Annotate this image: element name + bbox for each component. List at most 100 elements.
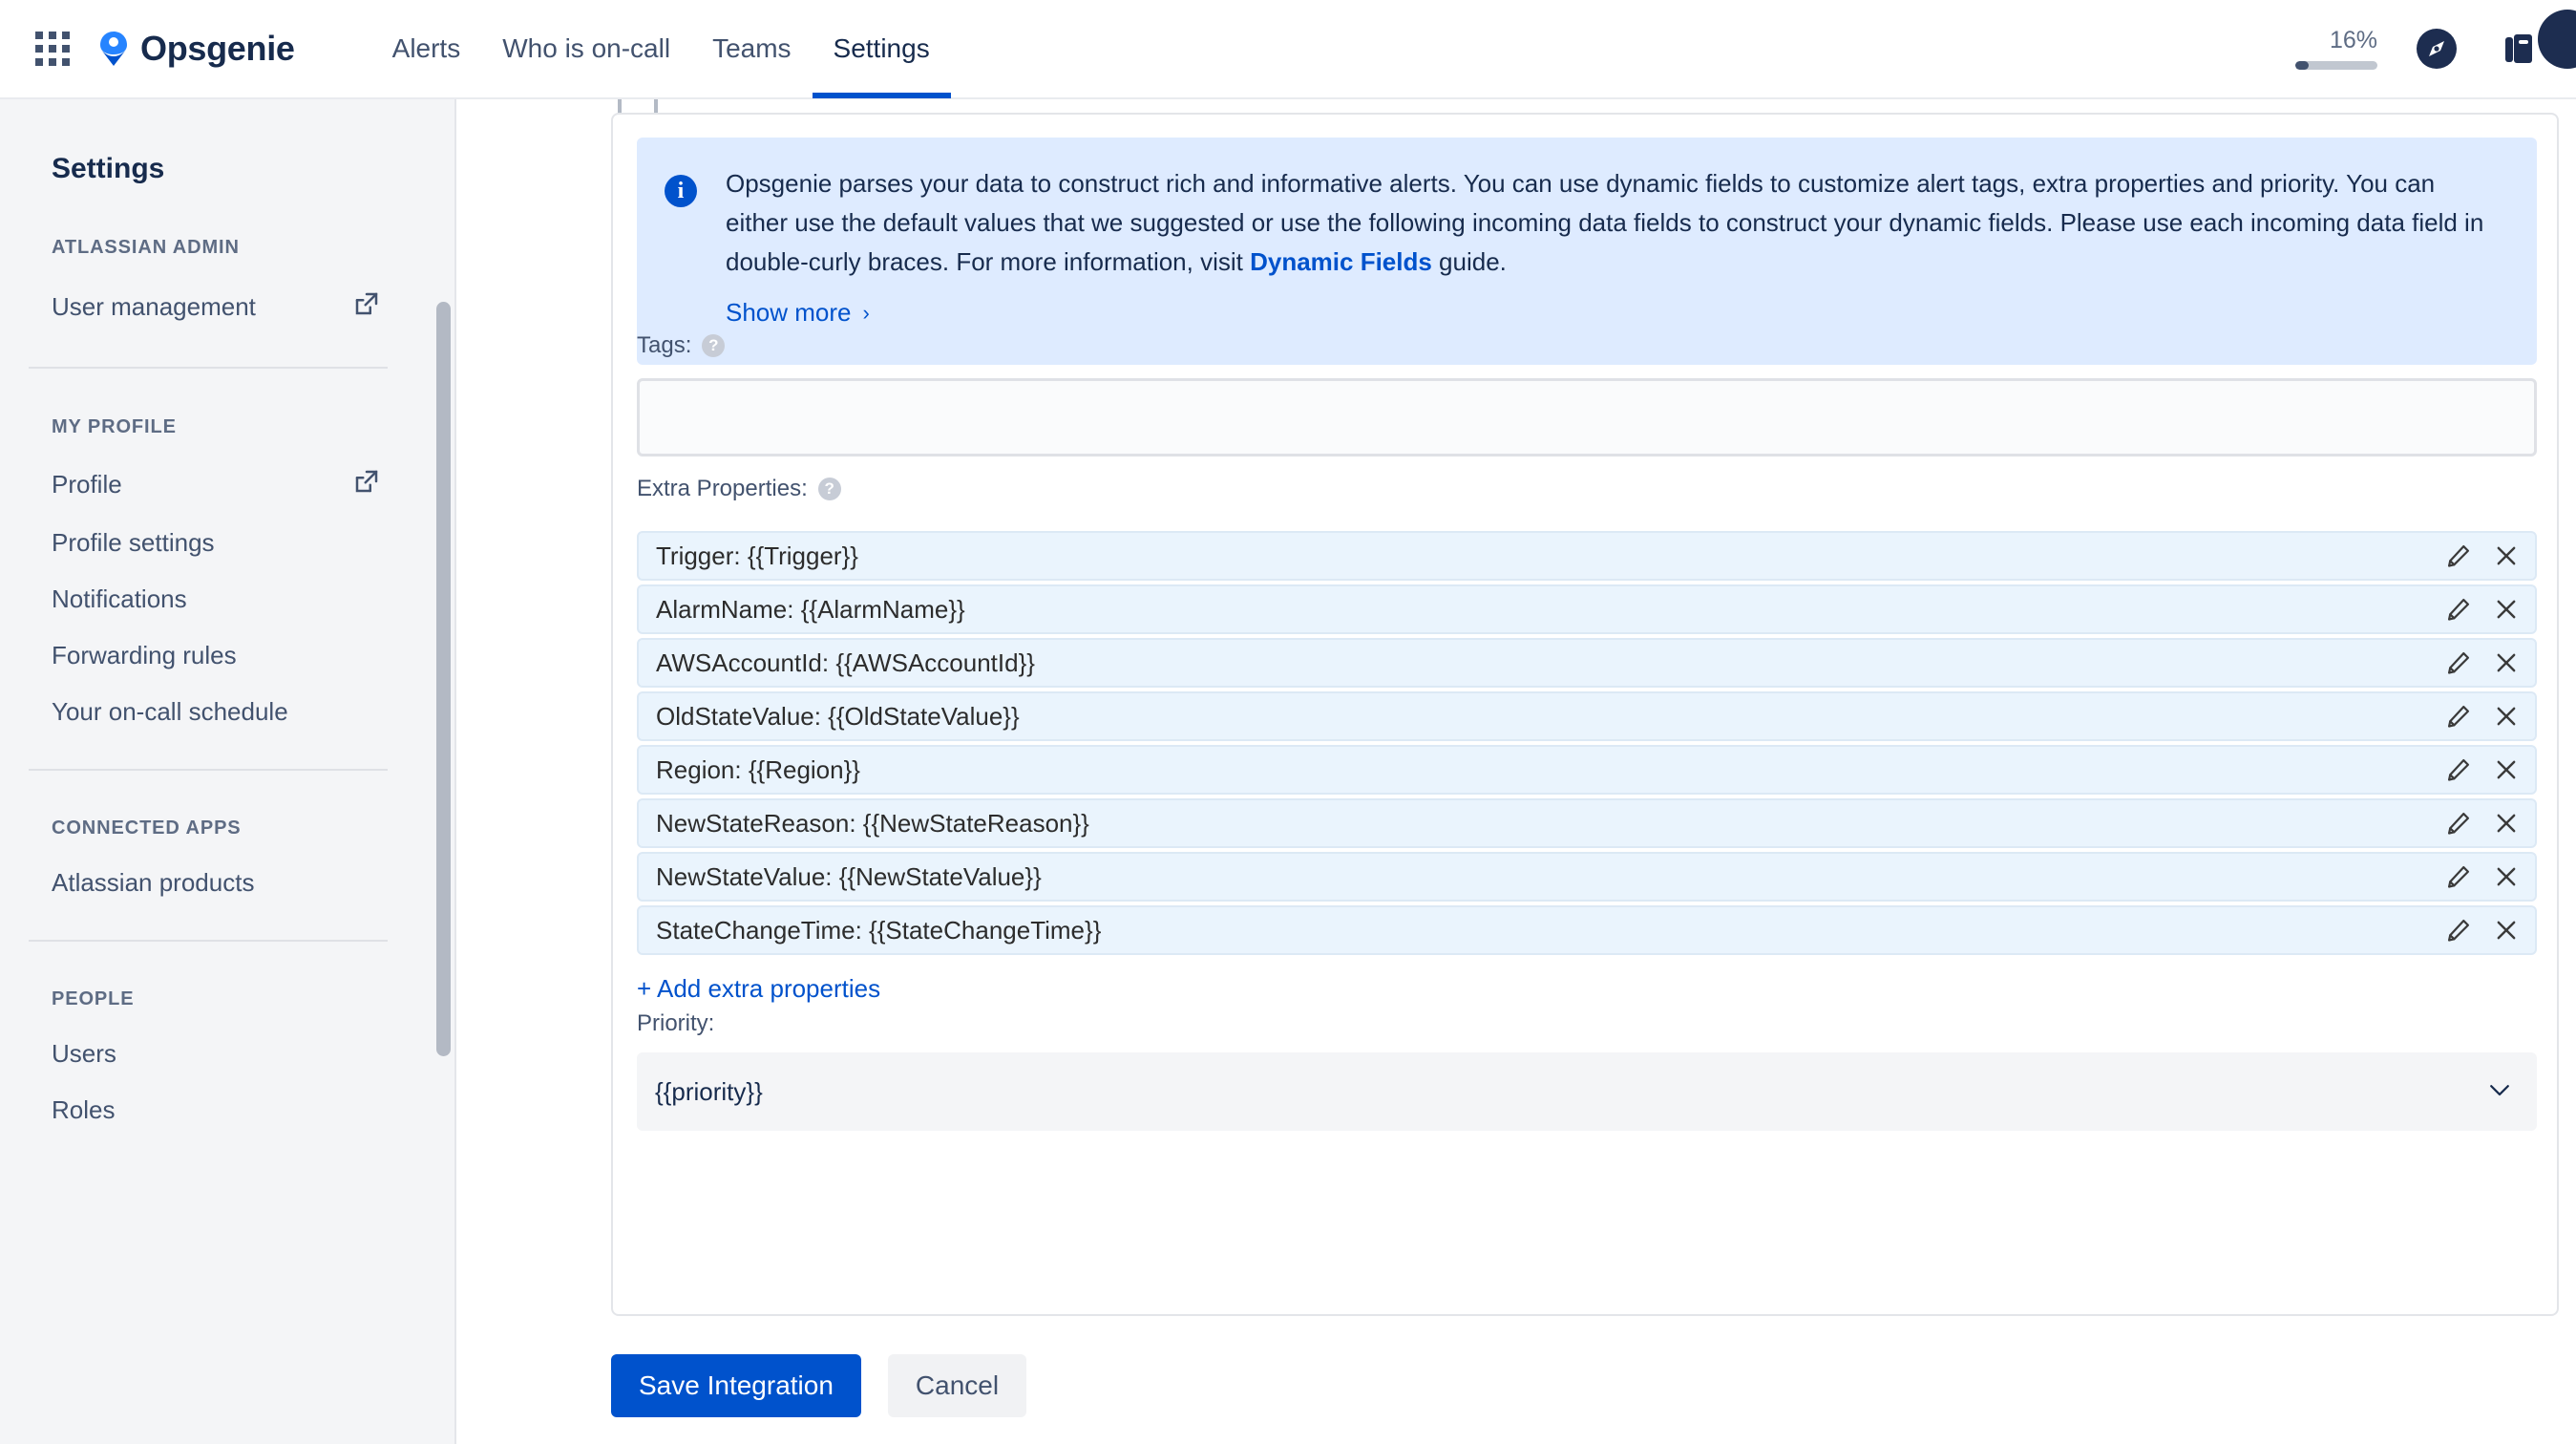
extra-property-value: NewStateReason: {{NewStateReason}} xyxy=(656,808,1089,838)
sidebar-item-label: Roles xyxy=(52,1095,116,1124)
sidebar-item-label: Profile xyxy=(52,470,122,499)
extra-property-value: NewStateValue: {{NewStateValue}} xyxy=(656,861,1042,891)
extra-property-actions xyxy=(2445,649,2520,676)
extra-property-row[interactable]: NewStateValue: {{NewStateValue}} xyxy=(637,852,2537,902)
cancel-button[interactable]: Cancel xyxy=(887,1354,1027,1417)
info-banner-text: Opsgenie parses your data to construct r… xyxy=(726,164,2499,282)
pencil-icon[interactable] xyxy=(2445,703,2472,730)
top-navigation-bar: Opsgenie Alerts Who is on-call Teams Set… xyxy=(0,0,2576,99)
extra-property-row[interactable]: AWSAccountId: {{AWSAccountId}} xyxy=(637,638,2537,688)
extra-property-actions xyxy=(2445,863,2520,890)
extra-property-value: Region: {{Region}} xyxy=(656,754,860,784)
sidebar-heading-people: PEOPLE xyxy=(52,988,135,1009)
info-banner-body: Opsgenie parses your data to construct r… xyxy=(726,164,2499,365)
extra-properties-label: Extra Properties: xyxy=(637,476,808,501)
extra-property-row[interactable]: StateChangeTime: {{StateChangeTime}} xyxy=(637,905,2537,955)
nav-tab-who-is-on-call[interactable]: Who is on-call xyxy=(481,0,691,98)
extra-property-value: OldStateValue: {{OldStateValue}} xyxy=(656,701,1020,731)
tags-label: Tags: xyxy=(637,332,692,358)
extra-property-value: StateChangeTime: {{StateChangeTime}} xyxy=(656,915,1102,945)
sidebar-item-label: User management xyxy=(52,292,256,321)
nav-tab-alerts[interactable]: Alerts xyxy=(371,0,482,98)
extra-property-row[interactable]: NewStateReason: {{NewStateReason}} xyxy=(637,798,2537,848)
close-x-icon[interactable] xyxy=(2493,596,2520,623)
brand-logo-link[interactable]: Opsgenie xyxy=(97,29,295,69)
add-extra-properties-link[interactable]: + Add extra properties xyxy=(637,974,880,1004)
sidebar-divider xyxy=(29,367,388,369)
extra-property-value: AlarmName: {{AlarmName}} xyxy=(656,594,965,624)
external-link-icon xyxy=(352,467,381,502)
priority-label: Priority: xyxy=(637,1010,715,1036)
integration-settings-card: i Opsgenie parses your data to construct… xyxy=(611,113,2559,1316)
extra-property-actions xyxy=(2445,917,2520,944)
close-x-icon[interactable] xyxy=(2493,649,2520,676)
sidebar-divider xyxy=(29,940,388,942)
chevron-right-icon: › xyxy=(862,300,870,325)
help-icon[interactable]: ? xyxy=(817,478,841,500)
app-switcher-grid-icon[interactable] xyxy=(34,31,71,67)
extra-property-row[interactable]: Trigger: {{Trigger}} xyxy=(637,531,2537,581)
sidebar-item-atlassian-products[interactable]: Atlassian products xyxy=(52,868,381,898)
sidebar-item-profile[interactable]: Profile xyxy=(52,467,381,502)
dynamic-fields-link[interactable]: Dynamic Fields xyxy=(1250,247,1432,276)
info-banner-text-part-1: Opsgenie parses your data to construct r… xyxy=(726,169,2484,276)
sidebar-item-forwarding-rules[interactable]: Forwarding rules xyxy=(52,641,381,670)
info-banner: i Opsgenie parses your data to construct… xyxy=(637,138,2537,365)
sidebar-divider xyxy=(29,769,388,771)
sidebar-title: Settings xyxy=(52,153,165,184)
extra-property-row[interactable]: Region: {{Region}} xyxy=(637,745,2537,795)
save-integration-button[interactable]: Save Integration xyxy=(611,1354,861,1417)
sidebar-scrollbar-thumb[interactable] xyxy=(436,302,451,1056)
extra-properties-label-row: Extra Properties: ? xyxy=(637,476,841,502)
priority-select[interactable]: {{priority}} xyxy=(637,1052,2537,1131)
show-more-link[interactable]: Show more › xyxy=(726,298,870,328)
pencil-icon[interactable] xyxy=(2445,863,2472,890)
pencil-icon[interactable] xyxy=(2445,596,2472,623)
nav-tab-settings[interactable]: Settings xyxy=(812,0,951,98)
sidebar-item-profile-settings[interactable]: Profile settings xyxy=(52,528,381,558)
extra-property-value: Trigger: {{Trigger}} xyxy=(656,541,858,570)
pencil-icon[interactable] xyxy=(2445,810,2472,837)
sidebar-item-label: Notifications xyxy=(52,584,187,613)
extra-property-actions xyxy=(2445,542,2520,569)
sidebar-item-users[interactable]: Users xyxy=(52,1039,381,1069)
notebook-icon[interactable] xyxy=(2494,24,2544,74)
tags-input[interactable] xyxy=(637,378,2537,457)
onboarding-progress-widget[interactable]: 16% xyxy=(2295,28,2377,70)
extra-property-actions xyxy=(2445,703,2520,730)
extra-property-actions xyxy=(2445,756,2520,783)
sidebar-item-your-on-call-schedule[interactable]: Your on-call schedule xyxy=(52,697,381,727)
sidebar-heading-my-profile: MY PROFILE xyxy=(52,416,177,437)
sidebar-item-roles[interactable]: Roles xyxy=(52,1095,381,1125)
form-action-buttons: Save Integration Cancel xyxy=(611,1354,1027,1417)
compass-icon[interactable] xyxy=(2412,24,2461,74)
avatar[interactable] xyxy=(2538,10,2576,69)
extra-property-actions xyxy=(2445,810,2520,837)
close-x-icon[interactable] xyxy=(2493,542,2520,569)
close-x-icon[interactable] xyxy=(2493,917,2520,944)
nav-tab-teams[interactable]: Teams xyxy=(691,0,812,98)
info-icon: i xyxy=(665,175,697,207)
close-x-icon[interactable] xyxy=(2493,810,2520,837)
sidebar-item-user-management[interactable]: User management xyxy=(52,289,381,325)
extra-property-value: AWSAccountId: {{AWSAccountId}} xyxy=(656,648,1035,677)
extra-property-row[interactable]: OldStateValue: {{OldStateValue}} xyxy=(637,691,2537,741)
close-x-icon[interactable] xyxy=(2493,703,2520,730)
help-icon[interactable]: ? xyxy=(702,334,726,357)
sidebar-heading-connected-apps: CONNECTED APPS xyxy=(52,818,242,839)
close-x-icon[interactable] xyxy=(2493,863,2520,890)
top-nav-right-actions: 16% xyxy=(2295,0,2576,98)
pencil-icon[interactable] xyxy=(2445,542,2472,569)
sidebar-item-label: Users xyxy=(52,1039,116,1068)
pencil-icon[interactable] xyxy=(2445,756,2472,783)
priority-selected-value: {{priority}} xyxy=(655,1076,763,1106)
pencil-icon[interactable] xyxy=(2445,917,2472,944)
show-more-label: Show more xyxy=(726,298,852,327)
pencil-icon[interactable] xyxy=(2445,649,2472,676)
info-banner-text-part-2: guide. xyxy=(1431,247,1507,276)
close-x-icon[interactable] xyxy=(2493,756,2520,783)
external-link-icon xyxy=(352,289,381,325)
extra-property-row[interactable]: AlarmName: {{AlarmName}} xyxy=(637,584,2537,634)
sidebar-item-label: Atlassian products xyxy=(52,868,255,897)
sidebar-item-notifications[interactable]: Notifications xyxy=(52,584,381,614)
